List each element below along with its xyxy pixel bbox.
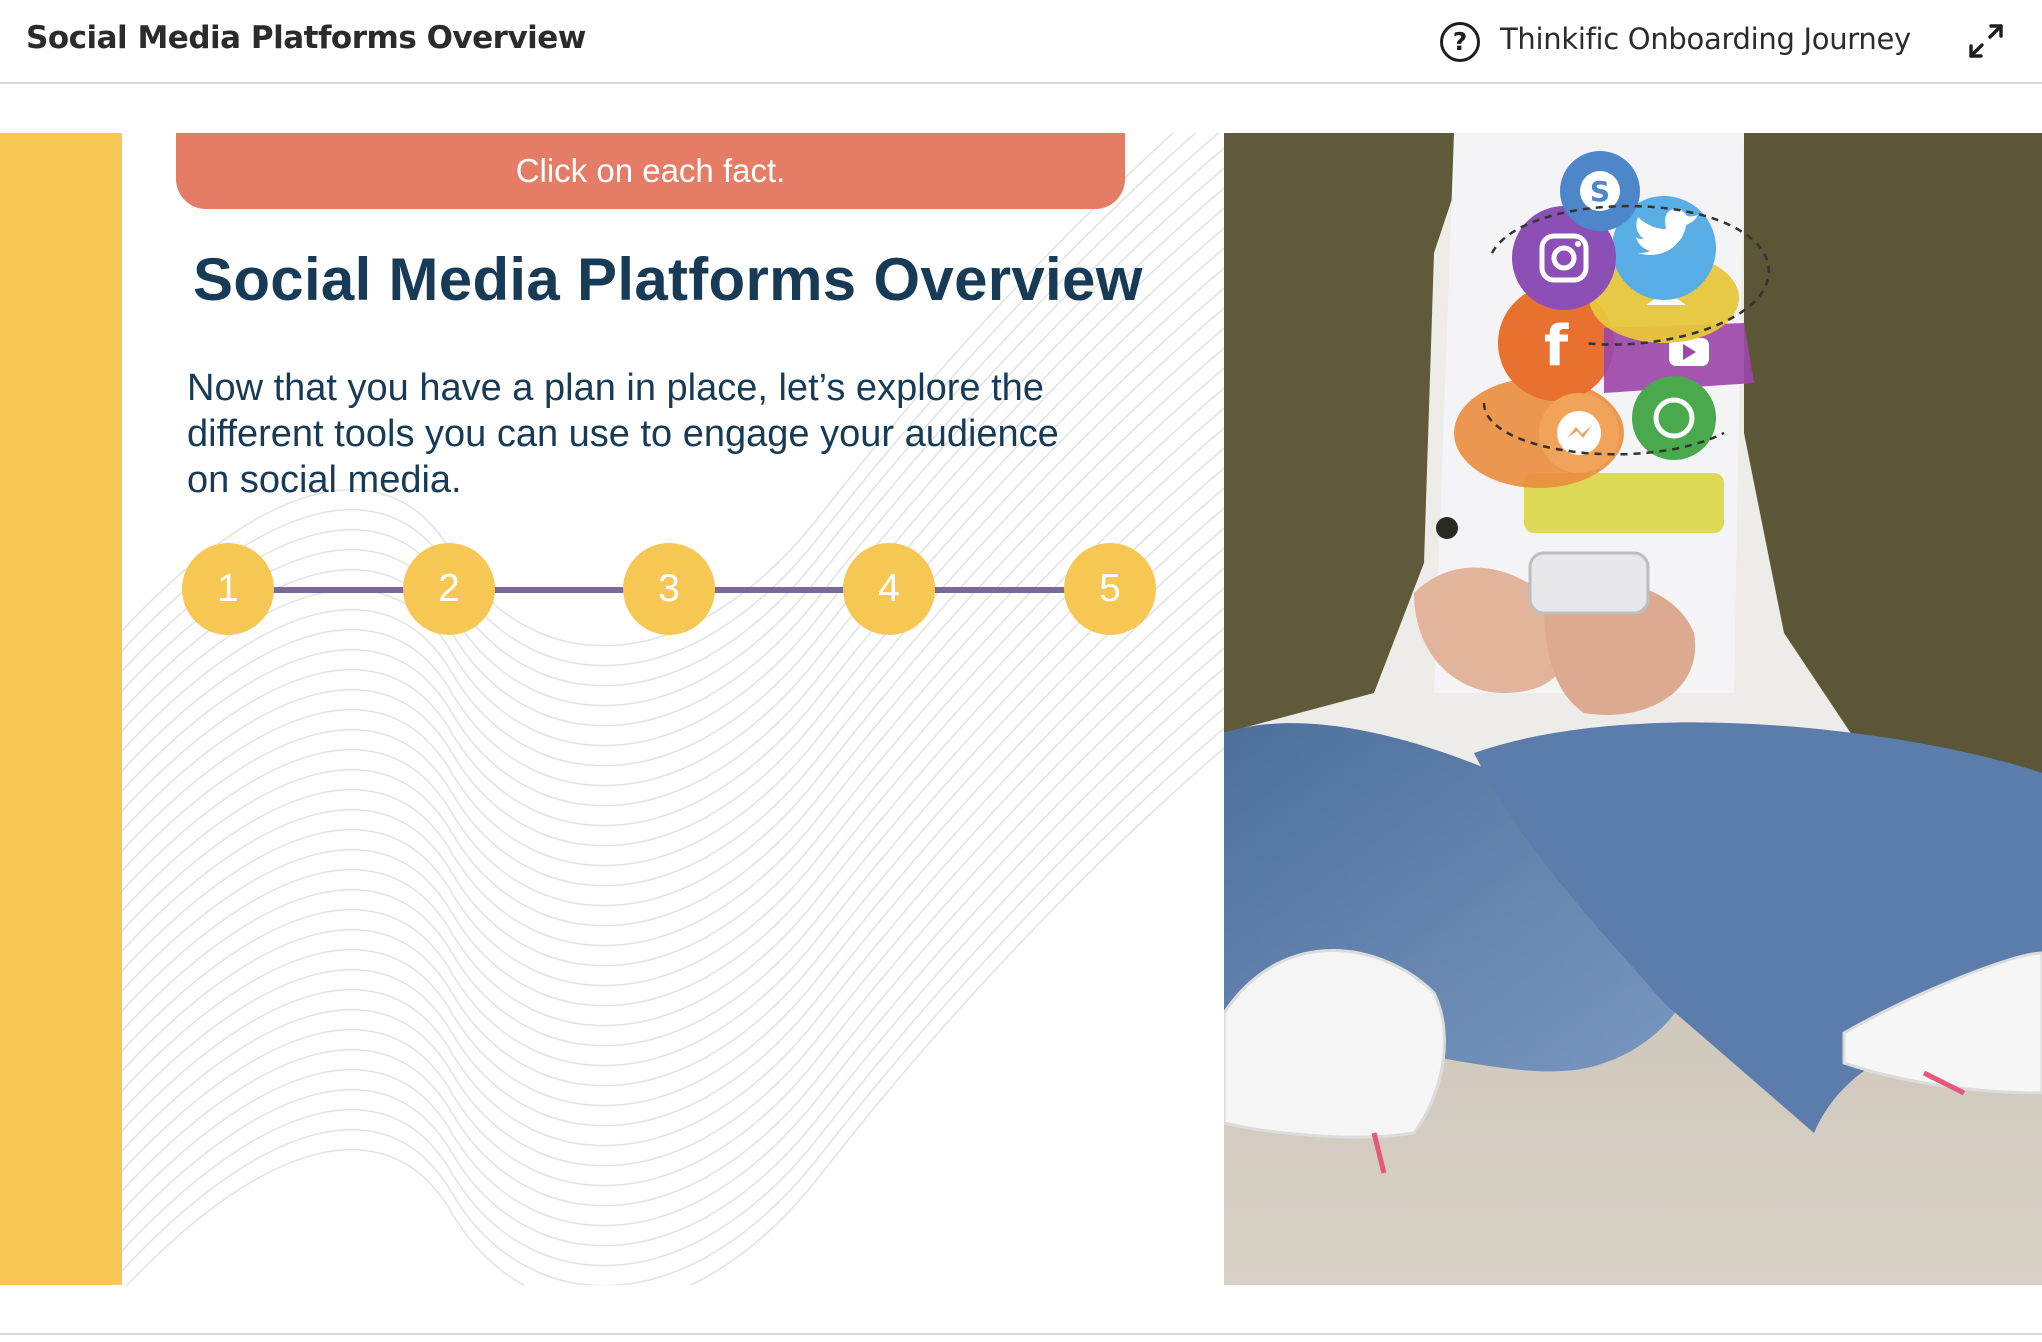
fact-button-4[interactable]: 4 [843, 543, 935, 635]
slide-title: Social Media Platforms Overview [193, 246, 1143, 313]
question-circle-icon[interactable]: ? [1440, 22, 1480, 62]
accent-sidebar [0, 133, 122, 1285]
lesson-title: Social Media Platforms Overview [26, 20, 586, 56]
wave-line [122, 707, 1224, 1267]
instruction-banner: Click on each fact. [176, 133, 1125, 209]
wave-line [126, 747, 1224, 1285]
course-name-link[interactable]: Thinkific Onboarding Journey [1500, 22, 1911, 56]
wave-line [122, 687, 1224, 1247]
whatsapp-bubble [1632, 376, 1716, 460]
slide-canvas: Click on each fact. Social Media Platfor… [0, 133, 2042, 1285]
wave-line [122, 727, 1224, 1285]
skype-icon: S [1590, 175, 1610, 208]
bottom-divider [0, 1333, 2042, 1335]
facebook-icon: f [1544, 314, 1569, 379]
fact-button-5[interactable]: 5 [1064, 543, 1156, 635]
hero-photo: f S [1224, 133, 2042, 1285]
expand-arrows-icon[interactable] [1966, 21, 2006, 61]
sneaker-left [1224, 949, 1446, 1139]
fact-button-2[interactable]: 2 [403, 543, 495, 635]
intro-text: Now that you have a plan in place, let’s… [187, 367, 1059, 501]
fact-button-1[interactable]: 1 [182, 543, 274, 635]
fact-button-3[interactable]: 3 [623, 543, 715, 635]
fact-timeline: 1 2 3 4 5 [182, 543, 1157, 637]
smartphone [1528, 551, 1650, 615]
jacket-button [1436, 517, 1458, 539]
wave-line [122, 647, 1224, 1207]
top-bar: Social Media Platforms Overview ? Thinki… [0, 0, 2042, 84]
wave-line [122, 667, 1224, 1227]
